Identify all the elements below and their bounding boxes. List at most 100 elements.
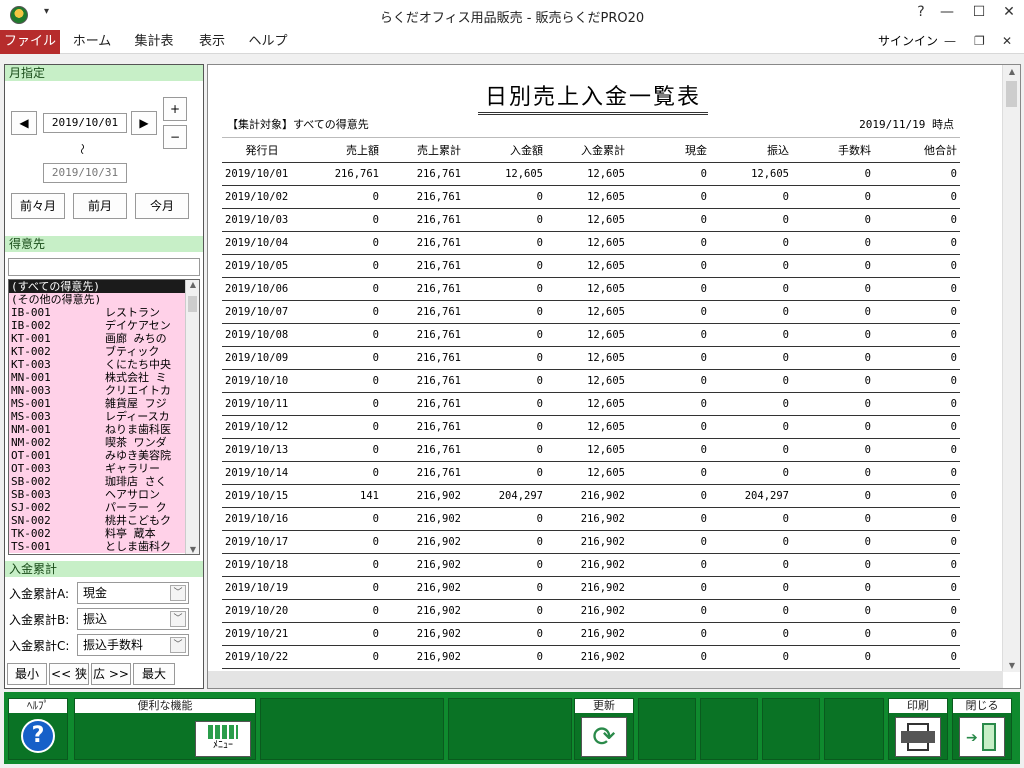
table-cell: 12,605 bbox=[464, 162, 546, 186]
column-min-button[interactable]: 最小 bbox=[7, 663, 47, 685]
customer-search-input[interactable] bbox=[8, 258, 200, 276]
ribbon-restore-icon[interactable]: ❐ bbox=[974, 34, 985, 48]
customer-list-item[interactable]: SB-003 ヘアサロン bbox=[9, 488, 199, 501]
customer-list-item[interactable]: SJ-002 パーラー ク bbox=[9, 501, 199, 514]
customer-list-item[interactable]: NM-001 ねりま歯科医 bbox=[9, 423, 199, 436]
table-cell: 0 bbox=[792, 162, 874, 186]
column-wide-button[interactable]: 広 >> bbox=[91, 663, 131, 685]
customer-list-item[interactable]: MN-001 株式会社 ミ bbox=[9, 371, 199, 384]
customer-list-item[interactable]: MS-001 雑貨屋 フジ bbox=[9, 397, 199, 410]
column-header: 振込 bbox=[710, 137, 792, 163]
menu-home[interactable]: ホーム bbox=[64, 30, 120, 54]
prev2-month-button[interactable]: 前々月 bbox=[11, 193, 65, 219]
prev-month-button[interactable]: 前月 bbox=[73, 193, 127, 219]
prev-month-arrow-button[interactable]: ◀ bbox=[11, 111, 37, 135]
customer-list-item[interactable]: (すべての得意先) bbox=[9, 280, 199, 293]
cumulative-a-select[interactable]: 現金 ﹀ bbox=[77, 582, 189, 604]
column-narrow-button[interactable]: << 狭 bbox=[49, 663, 89, 685]
customer-list-item[interactable]: KT-002 ブティック bbox=[9, 345, 199, 358]
close-tool[interactable]: 閉じる ➔ bbox=[952, 698, 1012, 760]
table-cell: 0 bbox=[464, 507, 546, 531]
customer-list-item[interactable]: KT-001 画廊 みちの bbox=[9, 332, 199, 345]
table-cell: 0 bbox=[792, 461, 874, 485]
end-date-field: 2019/10/31 bbox=[43, 163, 127, 183]
plus-button[interactable]: + bbox=[163, 97, 187, 121]
table-cell: 216,902 bbox=[546, 599, 628, 623]
table-row: 2019/10/22 0 216,902 0 216,902 0 0 0 0 bbox=[222, 645, 960, 669]
minimize-button[interactable]: — bbox=[932, 4, 962, 20]
customer-list-item[interactable]: NM-002 喫茶 ワンダ bbox=[9, 436, 199, 449]
table-cell: 0 bbox=[792, 277, 874, 301]
table-cell: 0 bbox=[710, 415, 792, 439]
close-button[interactable]: ✕ bbox=[994, 4, 1024, 20]
table-cell: 0 bbox=[628, 392, 710, 416]
cumulative-c-label: 入金累計C: bbox=[9, 639, 70, 653]
help-tool[interactable]: ﾍﾙﾌﾟ ? bbox=[8, 698, 68, 760]
refresh-tool[interactable]: 更新 ⟳ bbox=[574, 698, 634, 760]
report-vertical-scrollbar[interactable]: ▲ ▼ bbox=[1002, 65, 1020, 672]
menu-file[interactable]: ファイル bbox=[0, 30, 60, 54]
table-row: 2019/10/06 0 216,761 0 12,605 0 0 0 0 bbox=[222, 277, 960, 301]
table-cell: 0 bbox=[874, 392, 960, 416]
cumulative-c-select[interactable]: 振込手数料 ﹀ bbox=[77, 634, 189, 656]
table-cell: 0 bbox=[874, 277, 960, 301]
customer-list-item[interactable]: KT-003 くにたち中央 bbox=[9, 358, 199, 371]
current-month-button[interactable]: 今月 bbox=[135, 193, 189, 219]
table-cell: 12,605 bbox=[546, 231, 628, 255]
menu-help[interactable]: ヘルプ bbox=[242, 30, 294, 54]
maximize-button[interactable]: ☐ bbox=[964, 4, 994, 20]
ribbon-close-icon[interactable]: ✕ bbox=[1002, 34, 1012, 48]
table-cell: 216,761 bbox=[382, 254, 464, 278]
table-cell: 12,605 bbox=[546, 346, 628, 370]
customer-code: KT-002 bbox=[11, 345, 51, 358]
table-cell: 2019/10/04 bbox=[222, 231, 302, 255]
customer-list-item[interactable]: TS-001 としま歯科ク bbox=[9, 540, 199, 553]
table-cell: 12,605 bbox=[546, 415, 628, 439]
customer-list-item[interactable]: OT-003 ギャラリー bbox=[9, 462, 199, 475]
scroll-thumb[interactable] bbox=[1006, 81, 1017, 107]
table-cell: 0 bbox=[792, 231, 874, 255]
menu-summary[interactable]: 集計表 bbox=[126, 30, 182, 54]
customer-list-item[interactable]: SB-002 珈琲店 さく bbox=[9, 475, 199, 488]
customer-list[interactable]: (すべての得意先) (その他の得意先) IB-001 レストラン IB-002 デイケアセ… bbox=[8, 279, 200, 555]
customer-list-item[interactable]: MN-003 クリエイトカ bbox=[9, 384, 199, 397]
customer-list-item[interactable]: IB-001 レストラン bbox=[9, 306, 199, 319]
table-row: 2019/10/01 216,761 216,761 12,605 12,605 0 12,… bbox=[222, 162, 960, 186]
customer-code: OT-003 bbox=[11, 462, 51, 475]
table-cell: 0 bbox=[628, 507, 710, 531]
cumulative-b-select[interactable]: 振込 ﹀ bbox=[77, 608, 189, 630]
table-cell: 0 bbox=[710, 599, 792, 623]
customer-list-item[interactable]: OT-001 みゆき美容院 bbox=[9, 449, 199, 462]
customer-list-item[interactable]: MS-003 レディースカ bbox=[9, 410, 199, 423]
table-cell: 0 bbox=[628, 300, 710, 324]
table-cell: 0 bbox=[874, 438, 960, 462]
next-month-arrow-button[interactable]: ▶ bbox=[131, 111, 157, 135]
report-horizontal-scrollbar[interactable] bbox=[208, 671, 1003, 688]
ribbon-minimize-icon[interactable]: — bbox=[944, 34, 956, 48]
chevron-down-icon: ﹀ bbox=[170, 611, 186, 627]
customer-code: SB-003 bbox=[11, 488, 51, 501]
cumulative-section-header: 入金累計 bbox=[5, 561, 203, 577]
customer-list-item[interactable]: SN-002 桃井こどもク bbox=[9, 514, 199, 527]
table-cell: 0 bbox=[464, 622, 546, 646]
minus-button[interactable]: − bbox=[163, 125, 187, 149]
table-cell: 216,902 bbox=[382, 645, 464, 669]
customer-list-scrollbar[interactable]: ▲ ▼ bbox=[185, 280, 199, 554]
table-row: 2019/10/03 0 216,761 0 12,605 0 0 0 0 bbox=[222, 208, 960, 232]
chevron-down-icon: ﹀ bbox=[170, 637, 186, 653]
signin-link[interactable]: サインイン bbox=[878, 32, 938, 49]
customer-list-item[interactable]: TK-002 料亭 蔵本 bbox=[9, 527, 199, 540]
table-row: 2019/10/02 0 216,761 0 12,605 0 0 0 0 bbox=[222, 185, 960, 209]
table-cell: 0 bbox=[464, 346, 546, 370]
customer-list-item[interactable]: IB-002 デイケアセン bbox=[9, 319, 199, 332]
print-tool[interactable]: 印刷 bbox=[888, 698, 948, 760]
start-date-field[interactable]: 2019/10/01 bbox=[43, 113, 127, 133]
table-cell: 0 bbox=[792, 599, 874, 623]
customer-name: ねりま歯科医 bbox=[105, 423, 171, 436]
customer-list-item[interactable]: (その他の得意先) bbox=[9, 293, 199, 306]
menu-view[interactable]: 表示 bbox=[188, 30, 236, 54]
column-max-button[interactable]: 最大 bbox=[133, 663, 175, 685]
tools-tool[interactable]: 便利な機能 ﾒﾆｭｰ bbox=[74, 698, 256, 760]
table-cell: 204,297 bbox=[710, 484, 792, 508]
column-header: 売上額 bbox=[302, 137, 382, 163]
